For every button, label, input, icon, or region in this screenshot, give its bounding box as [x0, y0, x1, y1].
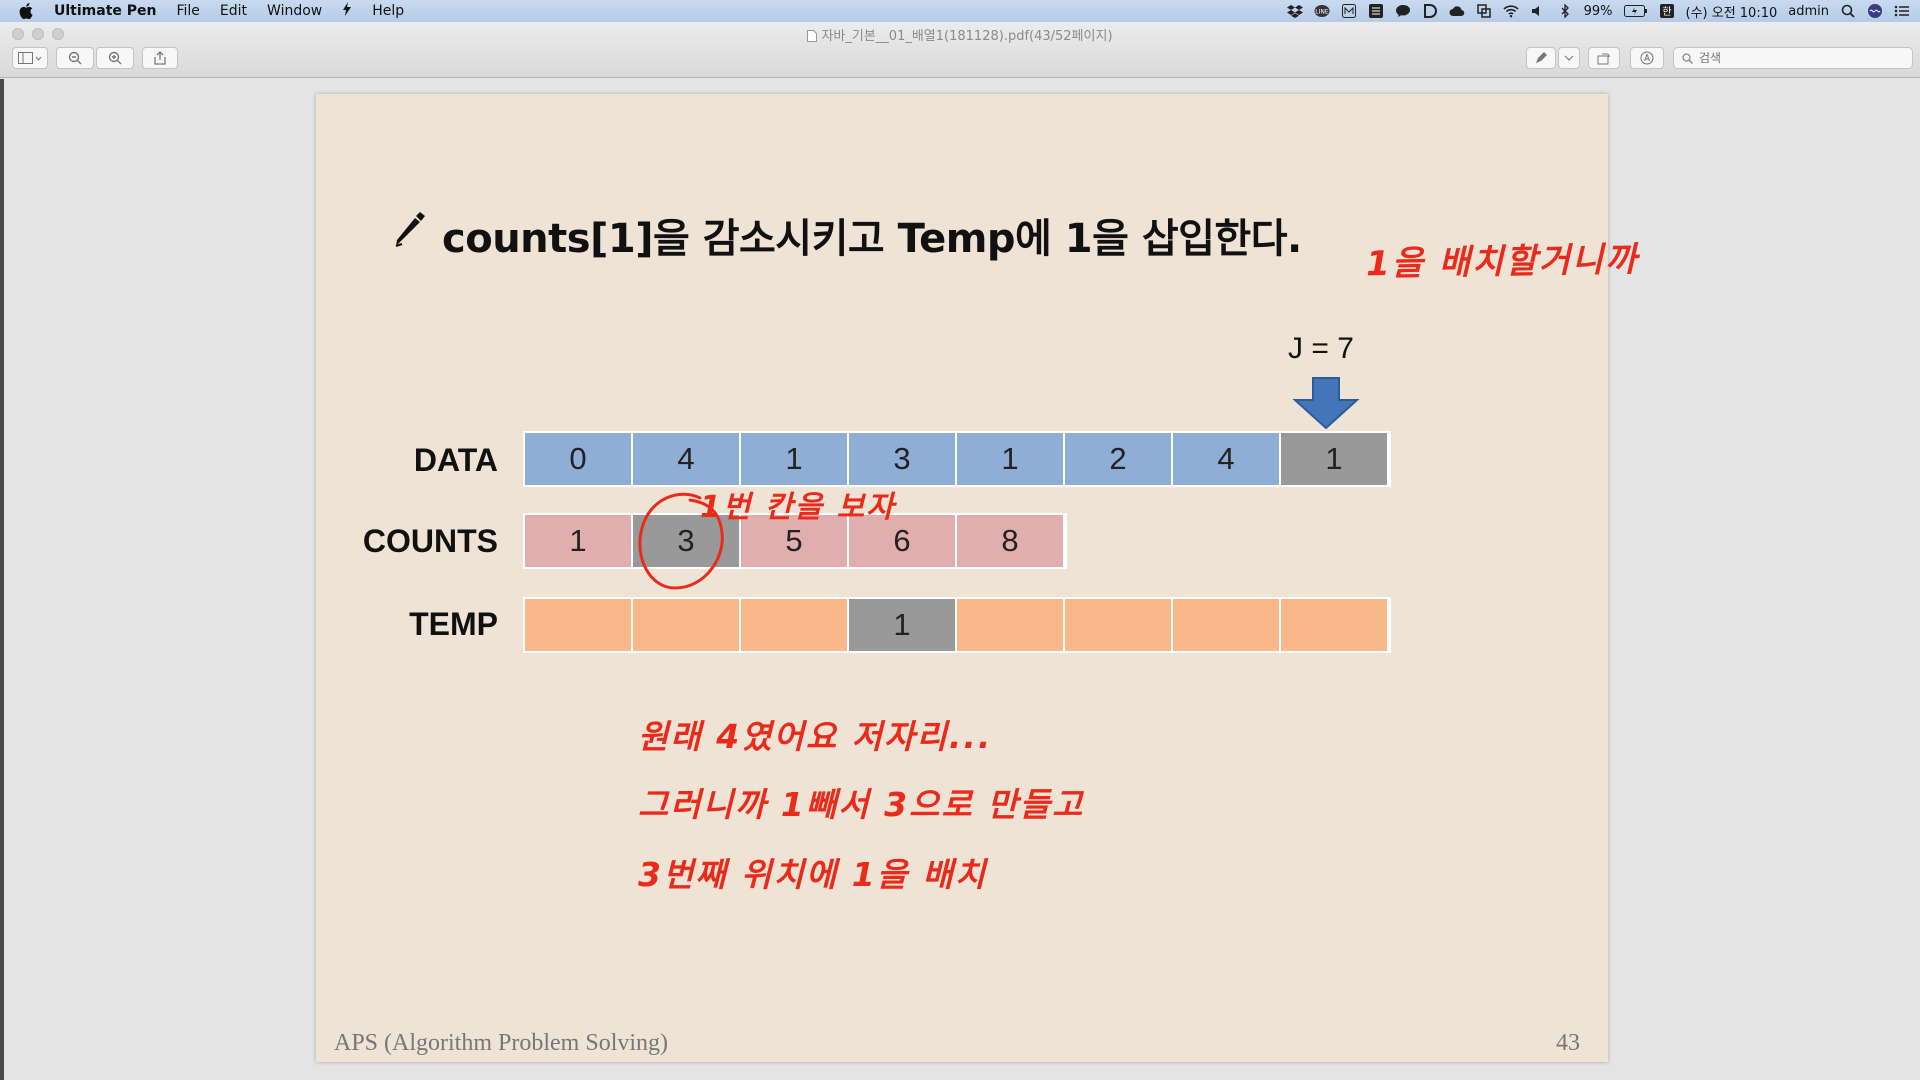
- counts-cell-4: 8: [957, 515, 1065, 567]
- app-icon-2[interactable]: [1368, 4, 1384, 18]
- temp-cell-2: [741, 599, 849, 651]
- temp-cell-6: [1173, 599, 1281, 651]
- status-area: LINE 99% 한 (수) 오전 10:10 admin: [1286, 0, 1910, 22]
- wifi-icon[interactable]: [1503, 4, 1519, 18]
- data-cell-4: 1: [957, 433, 1065, 485]
- spotlight-search-icon[interactable]: [1840, 4, 1856, 18]
- edit-menu[interactable]: Edit: [220, 3, 247, 19]
- user-name[interactable]: admin: [1788, 4, 1829, 19]
- volume-icon[interactable]: [1530, 4, 1546, 18]
- temp-cell-7: [1281, 599, 1389, 651]
- input-source-icon[interactable]: 한: [1659, 4, 1675, 18]
- d-icon[interactable]: [1422, 4, 1438, 18]
- dropbox-icon[interactable]: [1286, 4, 1303, 18]
- data-cell-3: 3: [849, 433, 957, 485]
- data-cell-5: 2: [1065, 433, 1173, 485]
- annotation-top-right: 1을 배치할거니까: [1365, 239, 1639, 285]
- annotation-line-3: 3번째 위치에 1을 배치: [638, 855, 988, 894]
- zoom-out-button[interactable]: [56, 47, 94, 69]
- document-title: 자바_기본__01_배열1(181128).pdf(43/52페이지): [821, 29, 1113, 44]
- slide-footer: APS (Algorithm Problem Solving): [334, 1030, 669, 1056]
- app-menu[interactable]: Ultimate Pen: [54, 3, 156, 19]
- j-index-label: J = 7: [1288, 332, 1354, 365]
- counts-row-label: COUNTS: [362, 523, 498, 559]
- sidebar-toggle-button[interactable]: [12, 47, 48, 69]
- battery-icon[interactable]: [1623, 4, 1648, 18]
- app-icon-3[interactable]: [1476, 4, 1492, 18]
- search-field[interactable]: [1673, 47, 1913, 69]
- down-arrow-icon: [1291, 377, 1361, 433]
- annotate-button[interactable]: [1630, 47, 1664, 69]
- pencil-icon: [392, 208, 426, 252]
- temp-row-label: TEMP: [409, 606, 498, 642]
- counts-cell-0: 1: [525, 515, 633, 567]
- siri-icon[interactable]: [1867, 4, 1883, 18]
- markup-pen-button[interactable]: [1526, 47, 1556, 69]
- markup-dropdown-chevron-icon[interactable]: [1558, 47, 1580, 69]
- line-icon[interactable]: LINE: [1314, 4, 1330, 18]
- data-cell-7: 1: [1281, 433, 1389, 485]
- data-row-label: DATA: [413, 442, 498, 478]
- cloud-icon[interactable]: [1449, 4, 1465, 18]
- zoom-in-button[interactable]: [96, 47, 134, 69]
- clock[interactable]: (수) 오전 10:10: [1686, 2, 1778, 21]
- data-cell-6: 4: [1173, 433, 1281, 485]
- temp-cell-3: 1: [849, 599, 957, 651]
- temp-cell-5: [1065, 599, 1173, 651]
- temp-cell-1: [633, 599, 741, 651]
- menu-bar: Ultimate Pen File Edit Window Help LINE …: [0, 0, 1920, 22]
- slide-title: counts[1]을 감소시키고 Temp에 1을 삽입한다.: [442, 216, 1302, 262]
- apple-menu-icon[interactable]: [16, 1, 36, 21]
- app-icon-1[interactable]: [1341, 4, 1357, 18]
- window-titlebar: 자바_기본__01_배열1(181128).pdf(43/52페이지): [0, 22, 1920, 78]
- annotation-counts-note: 1번 칸을 보자: [700, 490, 896, 525]
- chat-icon[interactable]: [1395, 4, 1411, 18]
- page-number: 43: [1556, 1030, 1580, 1056]
- data-cell-1: 4: [633, 433, 741, 485]
- temp-cell-0: [525, 599, 633, 651]
- document-icon: [807, 30, 818, 46]
- file-menu[interactable]: File: [176, 3, 199, 19]
- svg-text:LINE: LINE: [1315, 9, 1329, 16]
- temp-cell-4: [957, 599, 1065, 651]
- window-menu[interactable]: Window: [267, 3, 322, 19]
- search-icon: [1682, 49, 1693, 68]
- rotate-button[interactable]: [1588, 47, 1620, 69]
- battery-percent[interactable]: 99%: [1584, 4, 1613, 19]
- left-edge: [0, 79, 4, 1080]
- window-title: 자바_기본__01_배열1(181128).pdf(43/52페이지): [0, 25, 1920, 46]
- share-button[interactable]: [142, 47, 178, 69]
- search-input[interactable]: [1699, 51, 1899, 65]
- script-menu-icon[interactable]: [342, 2, 352, 20]
- data-cell-2: 1: [741, 433, 849, 485]
- annotation-line-1: 원래 4였어요 저자리...: [638, 717, 993, 756]
- bluetooth-icon[interactable]: [1557, 4, 1573, 18]
- pdf-page: counts[1]을 감소시키고 Temp에 1을 삽입한다. 1을 배치할거니…: [316, 94, 1639, 1062]
- data-cell-0: 0: [525, 433, 633, 485]
- help-menu[interactable]: Help: [372, 3, 404, 19]
- notification-center-icon[interactable]: [1894, 4, 1910, 18]
- annotation-line-2: 그러니까 1빼서 3으로 만들고: [638, 785, 1085, 824]
- svg-text:한: 한: [1662, 6, 1671, 18]
